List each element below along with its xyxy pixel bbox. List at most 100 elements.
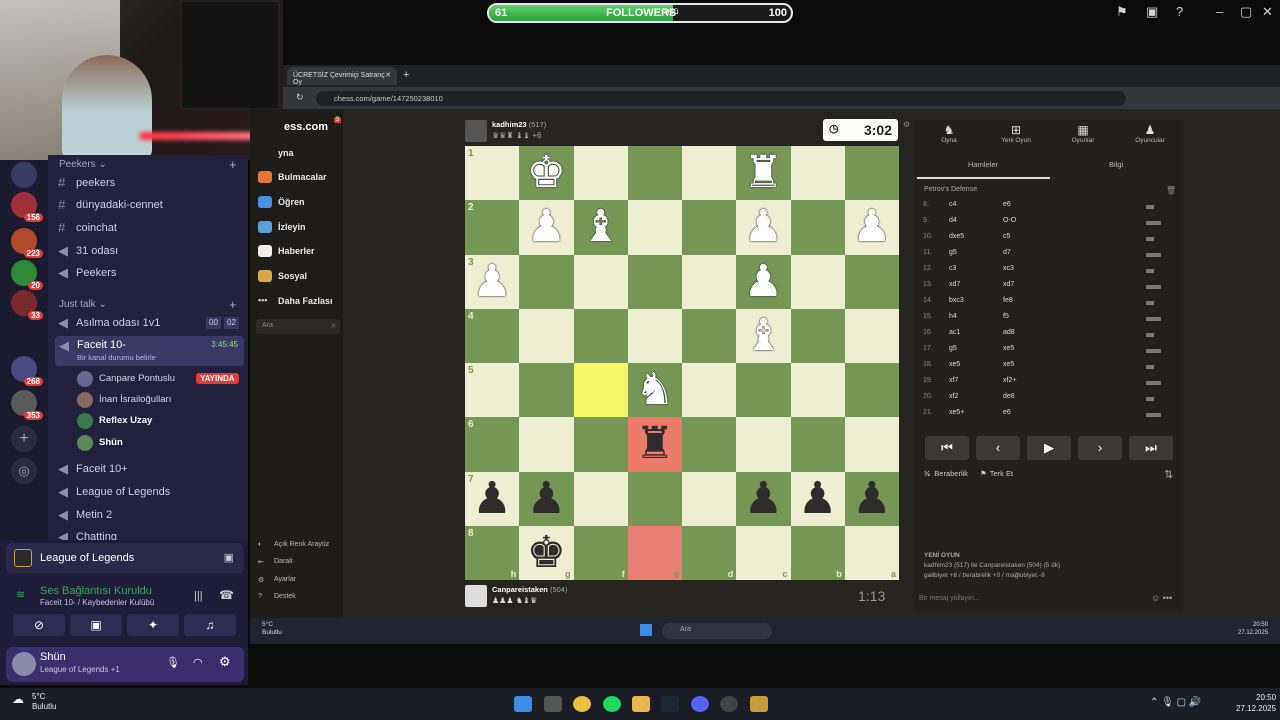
voice-user[interactable]: Canpare Pontuslu <box>77 370 175 388</box>
white-move[interactable]: xf7 <box>949 377 958 384</box>
channel-chatting[interactable]: ◀ Chatting <box>58 527 243 540</box>
board-square[interactable] <box>844 308 899 363</box>
board-square[interactable]: ♝ <box>736 308 791 363</box>
channel-asilma-odasi[interactable]: ◀ Asılma odası 1v1 00 02 <box>58 313 243 333</box>
move-row[interactable]: 17. g5 xe5 <box>921 345 1171 361</box>
screen-icon[interactable]: ▣ <box>1146 4 1158 20</box>
black-move[interactable]: O-O <box>1003 217 1016 224</box>
board-square[interactable] <box>790 308 845 363</box>
server-icon[interactable]: 223 <box>11 228 43 258</box>
white-move[interactable]: xd7 <box>949 281 960 288</box>
board-square[interactable]: ♟ <box>844 200 899 255</box>
board-square[interactable]: ♚ <box>519 146 574 201</box>
board-square[interactable] <box>519 417 574 472</box>
board-square[interactable]: 4 <box>465 308 520 363</box>
support-link[interactable]: ? Destek <box>258 593 296 600</box>
server-icon[interactable]: 353 <box>11 390 43 420</box>
move-row[interactable]: 21. xe5+ e6 <box>921 409 1171 425</box>
voice-location[interactable]: Faceit 10- / Kaybedenler Kulübü <box>40 598 154 607</box>
channel-status[interactable]: Bir kanal durumu belirle <box>77 348 156 368</box>
board-square[interactable] <box>736 417 791 472</box>
white-move[interactable]: c3 <box>949 265 956 272</box>
add-channel-icon[interactable]: + <box>229 297 237 312</box>
channel-league[interactable]: ◀ League of Legends <box>58 482 243 502</box>
move-row[interactable]: 13. xd7 xd7 <box>921 281 1171 297</box>
board-square[interactable]: ♟ <box>519 200 574 255</box>
black-rook-piece[interactable]: ♜ <box>628 419 682 469</box>
board-square[interactable] <box>844 146 899 201</box>
steam-icon[interactable] <box>661 696 679 712</box>
board-square[interactable] <box>682 200 737 255</box>
minimize-icon[interactable]: – <box>1216 4 1223 19</box>
board-square[interactable] <box>573 146 628 201</box>
move-row[interactable]: 19. xf7 xf2+ <box>921 377 1171 393</box>
file-explorer-icon[interactable] <box>632 696 650 712</box>
screen-share-button[interactable]: ▣ <box>70 614 122 636</box>
browser-tab[interactable]: ÜCRETSİZ Çevrimiçi Satranç Oy ✕ <box>287 67 397 86</box>
flip-board-icon[interactable]: ⇅ <box>1164 468 1173 481</box>
white-move[interactable]: dxe5 <box>949 233 964 240</box>
disconnect-icon[interactable]: ☎ <box>219 588 234 602</box>
avatar[interactable] <box>465 120 487 142</box>
subtab-info[interactable]: Bilgi <box>1109 160 1123 169</box>
white-rook-piece[interactable]: ♜ <box>736 148 790 198</box>
board-square[interactable]: e <box>627 525 682 580</box>
black-pawn-piece[interactable]: ♟ <box>791 473 845 524</box>
white-pawn-piece[interactable]: ♟ <box>519 202 573 252</box>
move-row[interactable]: 16. ac1 ad8 <box>921 329 1171 345</box>
move-row[interactable]: 10. dxe5 c5 <box>921 233 1171 249</box>
voice-user[interactable]: İnan İsrailoğulları <box>77 391 171 409</box>
player-name[interactable]: kadhim23 <box>492 120 527 129</box>
channel-dunyadaki-cennet[interactable]: # dünyadaki-cennet <box>58 195 243 215</box>
board-square[interactable]: 6 <box>465 417 520 472</box>
emoji-icon[interactable]: ☺ ••• <box>1151 593 1172 603</box>
move-row[interactable]: 14. bxc3 fe8 <box>921 297 1171 313</box>
board-square[interactable] <box>573 417 628 472</box>
voice-status[interactable]: Ses Bağlantısı Kuruldu <box>40 585 152 597</box>
white-king-piece[interactable]: ♚ <box>519 148 573 198</box>
board-square[interactable]: g ♚ <box>519 525 574 580</box>
board-square[interactable] <box>573 471 628 526</box>
noise-icon[interactable]: ||| <box>194 590 203 602</box>
black-move[interactable]: xf2+ <box>1003 377 1016 384</box>
black-pawn-piece[interactable]: ♟ <box>519 473 573 524</box>
board-square[interactable]: ♟ <box>844 471 899 526</box>
white-move[interactable]: g5 <box>949 345 957 352</box>
activity-card[interactable]: League of Legends ▣ <box>6 543 244 573</box>
weather-widget[interactable]: ☁ 5°C Bulutlu <box>12 692 56 712</box>
board-square[interactable]: 8h <box>465 525 520 580</box>
board-square[interactable] <box>627 254 682 309</box>
board-square[interactable] <box>627 146 682 201</box>
board-square[interactable] <box>519 254 574 309</box>
board-square[interactable]: ♟ <box>736 200 791 255</box>
board-square[interactable]: a <box>844 525 899 580</box>
move-row[interactable]: 12. c3 xc3 <box>921 265 1171 281</box>
white-move[interactable]: xe5+ <box>949 409 964 416</box>
start-icon[interactable] <box>640 624 652 636</box>
white-move[interactable]: bxc3 <box>949 297 964 304</box>
last-move-button[interactable]: ⏭ <box>1129 436 1173 460</box>
board-square[interactable] <box>573 254 628 309</box>
mic-icon[interactable]: 🎙 <box>166 656 180 669</box>
white-knight-piece[interactable]: ♞ <box>628 365 682 415</box>
avatar[interactable] <box>12 652 36 676</box>
board-square[interactable] <box>790 200 845 255</box>
black-pawn-piece[interactable]: ♟ <box>845 473 899 524</box>
light-mode-toggle[interactable]: ◐ Açık Renk Arayüz <box>258 541 329 548</box>
black-move[interactable]: xe5 <box>1003 361 1014 368</box>
help-icon[interactable]: ? <box>1176 4 1183 19</box>
tab-play[interactable]: ♞ Oyna <box>916 123 982 144</box>
board-square[interactable] <box>682 146 737 201</box>
add-channel-icon[interactable]: + <box>229 157 237 172</box>
board-square[interactable] <box>844 363 899 418</box>
white-move[interactable]: xe5 <box>949 361 960 368</box>
obs-icon[interactable] <box>720 696 738 712</box>
search-input[interactable]: Ara ⌕ <box>256 319 340 334</box>
move-row[interactable]: 15. h4 f5 <box>921 313 1171 329</box>
board-square[interactable] <box>844 417 899 472</box>
tab-players[interactable]: ♟ Oyuncular <box>1117 123 1183 144</box>
tab-games[interactable]: ▦ Oyunlar <box>1050 123 1116 144</box>
trash-icon[interactable]: 🗑 <box>1166 186 1176 195</box>
first-move-button[interactable]: ⏮ <box>925 436 969 460</box>
task-view-icon[interactable] <box>544 696 562 712</box>
